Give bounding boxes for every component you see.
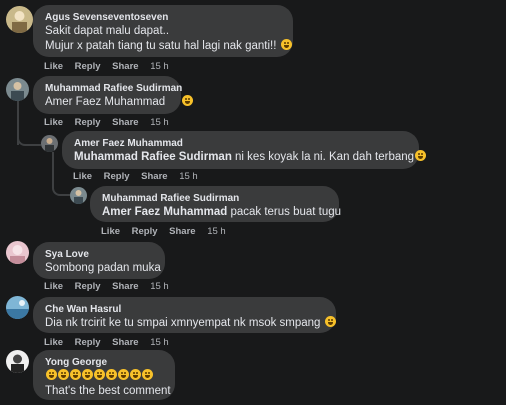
like-button[interactable]: Like <box>101 226 120 237</box>
like-button[interactable]: Like <box>44 337 63 348</box>
comment-actions: Like Reply Share 15 h <box>44 281 178 292</box>
share-button[interactable]: Share <box>112 281 138 292</box>
like-button[interactable]: Like <box>44 117 63 128</box>
laughing-emoji-icon <box>415 150 427 161</box>
reply-button[interactable]: Reply <box>75 281 101 292</box>
rolling-laughing-emoji-icon <box>324 316 336 327</box>
rolling-laughing-emoji-icon <box>106 369 117 380</box>
comment-bubble: Amer Faez Muhammad Muhammad Rafiee Sudir… <box>62 131 427 169</box>
rolling-laughing-emoji-icon <box>82 369 93 380</box>
timestamp[interactable]: 15 h <box>150 337 169 348</box>
timestamp[interactable]: 15 h <box>150 117 169 128</box>
timestamp[interactable]: 15 h <box>150 281 169 292</box>
timestamp[interactable]: 15 h <box>179 171 198 182</box>
avatar[interactable] <box>6 241 29 264</box>
comment-bubble: Sya Love Sombong padan muka <box>33 242 165 279</box>
laughing-emoji-icon <box>46 369 57 380</box>
reply-button[interactable]: Reply <box>75 337 101 348</box>
avatar[interactable] <box>70 187 87 204</box>
like-button[interactable]: Like <box>44 281 63 292</box>
avatar[interactable] <box>6 296 29 319</box>
rolling-laughing-emoji-icon <box>130 369 141 380</box>
share-button[interactable]: Share <box>112 61 138 72</box>
comment-text-line: Mujur x patah tiang tu satu hal lagi nak… <box>45 39 292 54</box>
comment-author[interactable]: Amer Faez Muhammad <box>74 137 407 150</box>
avatar[interactable] <box>6 6 33 33</box>
grinning-squint-emoji-icon <box>280 39 292 50</box>
share-button[interactable]: Share <box>112 337 138 348</box>
reply-button[interactable]: Reply <box>75 117 101 128</box>
comment-text: Sombong padan muka <box>45 262 161 274</box>
comment-text: Amer Faez Muhammad pacak terus buat tugu <box>102 206 342 218</box>
comment-author[interactable]: Muhammad Rafiee Sudirman <box>45 82 182 95</box>
comment-author[interactable]: Che Wan Hasrul <box>45 303 324 316</box>
reply-button[interactable]: Reply <box>104 171 130 182</box>
comment-actions: Like Reply Share 15 h <box>44 61 178 72</box>
emoji-row <box>45 369 163 384</box>
share-button[interactable]: Share <box>169 226 195 237</box>
reply-button[interactable]: Reply <box>132 226 158 237</box>
comment-text: That's the best comment <box>45 385 171 397</box>
laughing-emoji-icon <box>70 369 81 380</box>
laughing-emoji-icon <box>118 369 129 380</box>
avatar[interactable] <box>6 350 29 373</box>
share-button[interactable]: Share <box>112 117 138 128</box>
mention-link[interactable]: Amer Faez Muhammad <box>102 206 227 218</box>
timestamp[interactable]: 15 h <box>207 226 226 237</box>
comment-text: Dia nk trcirit ke tu smpai xmnyempat nk … <box>45 316 336 331</box>
comment-actions: Like Reply Share 15 h <box>44 337 178 348</box>
comment-bubble: Muhammad Rafiee Sudirman Amer Faez Muham… <box>90 186 342 222</box>
reply-thread-elbow <box>17 118 41 146</box>
laughing-emoji-icon <box>94 369 105 380</box>
reply-thread-elbow <box>52 170 70 196</box>
avatar[interactable] <box>41 135 58 152</box>
comment-bubble: Yong George That's the best comment <box>33 350 175 400</box>
comment-text-line: Sakit dapat malu dapat.. <box>45 25 170 37</box>
laughing-emoji-icon <box>182 95 194 106</box>
avatar[interactable] <box>6 78 29 101</box>
like-button[interactable]: Like <box>73 171 92 182</box>
like-button[interactable]: Like <box>44 61 63 72</box>
comment-actions: Like Reply Share 15 h <box>44 117 178 128</box>
laughing-emoji-icon <box>142 369 153 380</box>
comment-text: Amer Faez Muhammad <box>45 95 194 110</box>
comment-bubble: Muhammad Rafiee Sudirman Amer Faez Muham… <box>33 76 194 114</box>
comment-author[interactable]: Yong George <box>45 356 163 369</box>
comment-bubble: Che Wan Hasrul Dia nk trcirit ke tu smpa… <box>33 297 336 333</box>
comment-actions: Like Reply Share 15 h <box>101 226 235 237</box>
comment-author[interactable]: Agus Sevenseventoseven <box>45 11 281 24</box>
mention-link[interactable]: Muhammad Rafiee Sudirman <box>74 151 232 163</box>
reply-button[interactable]: Reply <box>75 61 101 72</box>
share-button[interactable]: Share <box>141 171 167 182</box>
comment-author[interactable]: Muhammad Rafiee Sudirman <box>102 192 327 205</box>
comment-author[interactable]: Sya Love <box>45 248 153 261</box>
comment-bubble: Agus Sevenseventoseven Sakit dapat malu … <box>33 5 293 57</box>
timestamp[interactable]: 15 h <box>150 61 169 72</box>
comment-actions: Like Reply Share 15 h <box>73 171 207 182</box>
rolling-laughing-emoji-icon <box>58 369 69 380</box>
comment-text: Muhammad Rafiee Sudirman ni kes koyak la… <box>74 150 427 165</box>
